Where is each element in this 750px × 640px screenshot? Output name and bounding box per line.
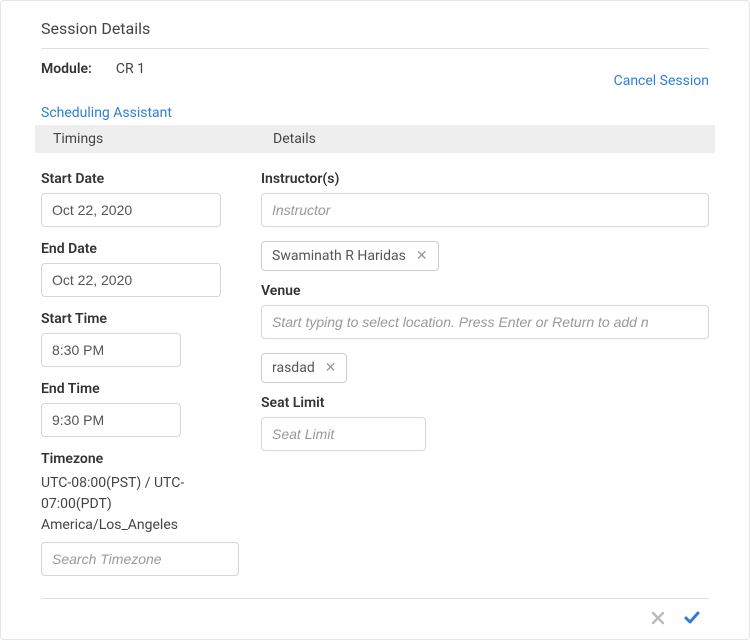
scheduling-assistant-link[interactable]: Scheduling Assistant [41,105,172,121]
session-details-panel: Session Details Module: CR 1 Cancel Sess… [0,0,750,640]
remove-instructor-icon[interactable]: ✕ [416,249,428,263]
end-time-input[interactable] [41,403,181,437]
section-header-bar: Timings Details [35,125,715,153]
start-date-label: Start Date [41,171,241,187]
instructor-tag: Swaminath R Haridas ✕ [261,241,439,271]
seat-limit-label: Seat Limit [261,395,709,411]
timings-column: Start Date End Date Start Time End Time [41,171,261,590]
end-time-label: End Time [41,381,241,397]
timezone-current: UTC-08:00(PST) / UTC-07:00(PDT) America/… [41,473,241,536]
section-header-details: Details [255,125,334,153]
page-title: Session Details [41,19,709,49]
venue-input[interactable] [261,305,709,339]
instructors-input[interactable] [261,193,709,227]
seat-limit-input[interactable] [261,417,426,451]
venue-tag-label: rasdad [272,360,315,376]
start-time-input[interactable] [41,333,181,367]
module-row: Module: CR 1 [41,61,709,77]
cancel-icon[interactable] [647,607,669,629]
start-date-input[interactable] [41,193,221,227]
section-header-timings: Timings [35,125,255,153]
module-value: CR 1 [116,61,145,77]
confirm-icon[interactable] [681,607,703,629]
venue-tag: rasdad ✕ [261,353,347,383]
cancel-session-link[interactable]: Cancel Session [614,73,709,89]
start-time-label: Start Time [41,311,241,327]
details-column: Instructor(s) Swaminath R Haridas ✕ Venu… [261,171,709,590]
footer-actions [41,598,709,629]
timezone-label: Timezone [41,451,241,467]
module-label: Module: [41,61,92,77]
end-date-input[interactable] [41,263,221,297]
venue-label: Venue [261,283,709,299]
instructor-tag-label: Swaminath R Haridas [272,248,406,264]
timezone-search-input[interactable] [41,542,239,576]
instructors-label: Instructor(s) [261,171,709,187]
end-date-label: End Date [41,241,241,257]
remove-venue-icon[interactable]: ✕ [325,361,337,375]
